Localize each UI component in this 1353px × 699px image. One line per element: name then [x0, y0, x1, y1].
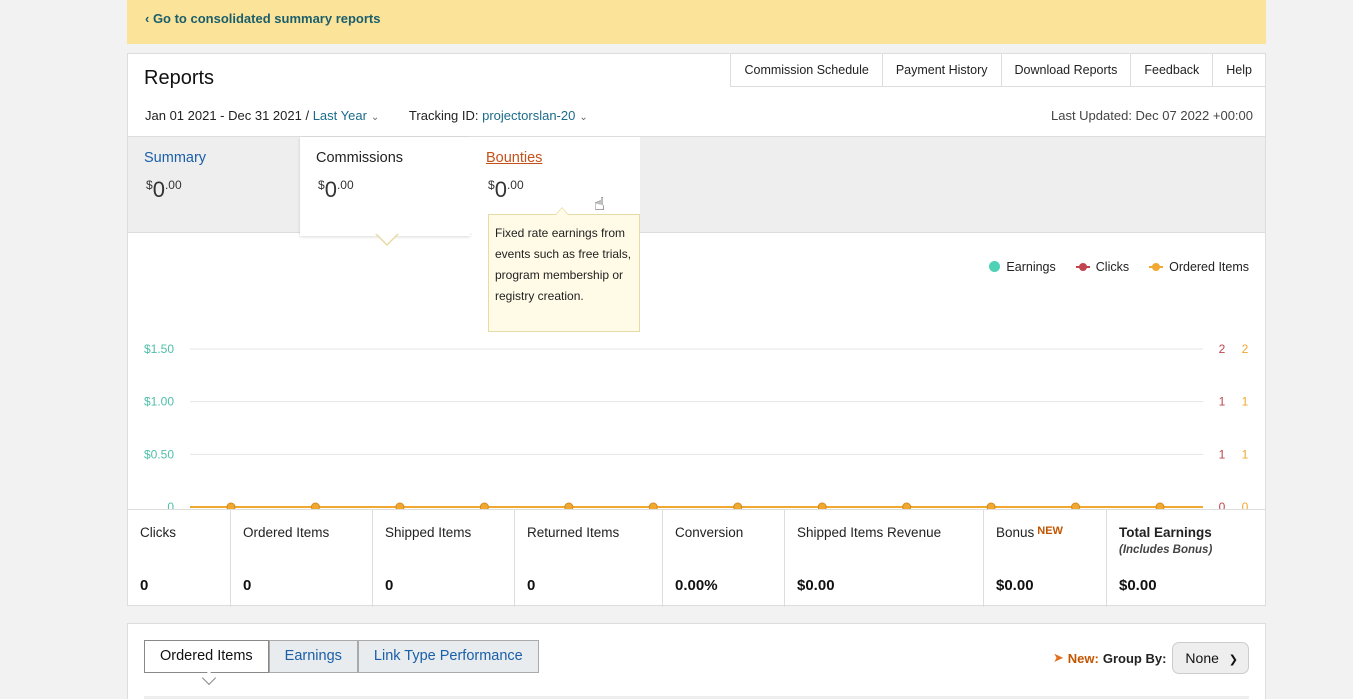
y-right-clicks-tick-label: 1	[1219, 395, 1226, 409]
reports-panel: Reports Commission Schedule Payment Hist…	[127, 53, 1266, 607]
metric-label: Conversion	[675, 525, 744, 540]
metric-value: $0.00	[996, 577, 1034, 594]
y-right-clicks-tick-label: 2	[1219, 342, 1226, 356]
metric-value: 0.00%	[675, 577, 718, 594]
group-by-label: Group By:	[1102, 650, 1167, 666]
metric-label: Shipped Items	[385, 525, 472, 540]
metric-total-earnings: Total Earnings (Includes Bonus) $0.00	[1107, 510, 1265, 607]
commission-schedule-button[interactable]: Commission Schedule	[730, 54, 882, 87]
legend-item-ordered-items[interactable]: Ordered Items	[1149, 260, 1249, 274]
legend-line-icon	[1149, 263, 1164, 271]
last-updated: Last Updated: Dec 07 2022 +00:00	[1050, 108, 1253, 123]
download-reports-button[interactable]: Download Reports	[1000, 54, 1131, 87]
help-button[interactable]: Help	[1212, 54, 1265, 87]
y-right-orders-tick-label: 2	[1242, 342, 1249, 356]
metric-value: $0.00	[797, 577, 835, 594]
metric-value: 0	[243, 577, 252, 594]
metric-ordered-items: Ordered Items 0	[231, 510, 373, 607]
chevron-down-icon[interactable]: ⌄	[579, 112, 587, 123]
hand-cursor-icon: ☝	[594, 194, 605, 214]
detail-panel: Ordered Items Earnings Link Type Perform…	[127, 623, 1266, 699]
filter-row: Jan 01 2021 - Dec 31 2021 / Last Year ⌄ T…	[145, 108, 588, 123]
group-by-control: ➤ New: Group By: None ❯	[1053, 642, 1249, 674]
tab-value: $0.00	[146, 177, 182, 202]
active-tab-caret	[201, 670, 217, 686]
bounties-tooltip: Fixed rate earnings from events such as …	[488, 207, 640, 332]
tab-value: $0.00	[488, 177, 524, 202]
legend-line-icon	[1075, 263, 1090, 271]
detail-tabs: Ordered Items Earnings Link Type Perform…	[144, 640, 539, 673]
metric-label: Total Earnings	[1119, 525, 1212, 540]
tab-value: $0.00	[318, 177, 354, 202]
feedback-button[interactable]: Feedback	[1130, 54, 1213, 87]
metrics-row: Clicks 0 Ordered Items 0 Shipped Items 0…	[128, 509, 1265, 607]
chevron-down-icon[interactable]: ⌄	[371, 112, 379, 123]
metric-returned-items: Returned Items 0	[515, 510, 663, 607]
metric-value: 0	[527, 577, 536, 594]
line-chart: 000$0.5011$1.0011$1.5022Jan 2021Feb 2021…	[144, 342, 1249, 509]
metric-shipped-items-revenue: Shipped Items Revenue $0.00	[785, 510, 984, 607]
y-left-tick-label: $1.50	[144, 342, 174, 356]
group-by-select[interactable]: None ❯	[1172, 642, 1249, 674]
metric-clicks: Clicks 0	[128, 510, 231, 607]
consolidated-banner: ‹ Go to consolidated summary reports	[127, 0, 1266, 44]
metric-shipped-items: Shipped Items 0	[373, 510, 515, 607]
legend-item-clicks[interactable]: Clicks	[1075, 260, 1129, 274]
legend-dot-icon	[989, 261, 1001, 272]
metric-value: 0	[140, 577, 149, 594]
metric-value: 0	[385, 577, 394, 594]
consolidated-summary-link[interactable]: ‹ Go to consolidated summary reports	[145, 11, 381, 26]
legend-item-earnings[interactable]: Earnings	[989, 260, 1056, 274]
y-right-clicks-tick-label: 1	[1219, 447, 1226, 461]
page-title: Reports	[144, 67, 215, 89]
tracking-id-label: Tracking ID:	[408, 108, 483, 123]
new-badge: NEW	[1037, 525, 1063, 537]
y-right-clicks-tick-label: 0	[1219, 500, 1226, 509]
y-left-tick-label: $1.00	[144, 395, 174, 409]
y-right-orders-tick-label: 1	[1242, 447, 1249, 461]
tab-summary[interactable]: Summary $0.00	[128, 137, 298, 234]
report-tabs: Summary $0.00 Commissions $0.00 Bounties…	[128, 136, 1265, 236]
date-range: Jan 01 2021 - Dec 31 2021	[145, 108, 302, 123]
date-separator: /	[301, 108, 313, 123]
metric-conversion: Conversion 0.00%	[663, 510, 785, 607]
active-tab-pointer-inner	[377, 234, 397, 244]
new-label: New:	[1067, 650, 1099, 666]
metric-label: Shipped Items Revenue	[797, 525, 942, 540]
chart-legend: Earnings Clicks Ordered Items	[989, 260, 1249, 274]
y-left-tick-label: 0	[167, 500, 174, 509]
tab-label: Bounties	[486, 150, 543, 166]
metric-label: Ordered Items	[243, 525, 330, 540]
top-button-bar: Commission Schedule Payment History Down…	[730, 54, 1265, 87]
tab-label: Commissions	[316, 150, 404, 166]
metric-sublabel: (Includes Bonus)	[1119, 544, 1213, 556]
payment-history-button[interactable]: Payment History	[881, 54, 1001, 87]
tab-label: Summary	[144, 150, 207, 166]
metric-label: Bonus NEW	[996, 525, 1063, 540]
rocket-icon: ➤	[1052, 650, 1064, 665]
period-dropdown[interactable]: Last Year	[313, 108, 367, 123]
tab-earnings[interactable]: Earnings	[268, 640, 358, 673]
tracking-id-dropdown[interactable]: projectorslan-20	[482, 108, 575, 123]
tab-commissions[interactable]: Commissions $0.00	[300, 137, 470, 236]
metric-label: Clicks	[140, 525, 176, 540]
y-right-orders-tick-label: 1	[1242, 395, 1249, 409]
tab-link-type-performance[interactable]: Link Type Performance	[357, 640, 539, 673]
metric-value: $0.00	[1119, 577, 1157, 594]
tab-ordered-items[interactable]: Ordered Items	[144, 640, 269, 673]
metric-label: Returned Items	[527, 525, 620, 540]
y-right-orders-tick-label: 0	[1242, 500, 1249, 509]
metric-bonus: Bonus NEW $0.00	[984, 510, 1107, 607]
chevron-down-icon: ❯	[1228, 654, 1238, 666]
y-left-tick-label: $0.50	[144, 447, 174, 461]
